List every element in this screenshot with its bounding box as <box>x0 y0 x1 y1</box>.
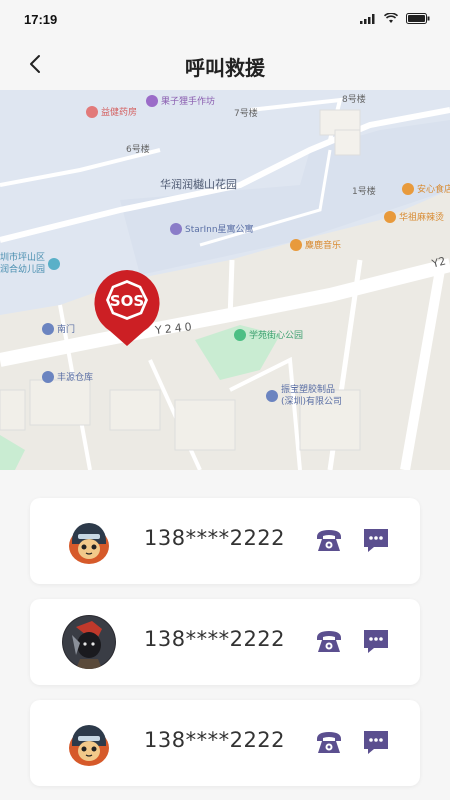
contact-card[interactable]: 138****2222 <box>30 700 420 786</box>
cat-helmet-avatar-icon <box>62 514 116 568</box>
contact-phone: 138****2222 <box>144 728 286 752</box>
poi-hotel-label: StarInn星寓公寓 <box>185 225 254 235</box>
poi-warehouse-label: 丰源仓库 <box>57 373 94 383</box>
poi-workshop-label: 果子狸手作坊 <box>161 97 216 107</box>
poi-warehouse[interactable]: 丰源仓库 <box>42 370 93 383</box>
poi-huazu-label: 华祖麻辣烫 <box>399 213 445 223</box>
status-bar: 17:19 <box>0 0 450 40</box>
contacts-panel: 138****2222 138****2222 138****2222 <box>0 470 450 800</box>
sos-marker-icon[interactable]: SOS <box>92 268 162 348</box>
avatar <box>62 615 116 669</box>
map-background <box>0 90 450 470</box>
map-label-building6: 6号楼 <box>126 145 150 155</box>
phone-icon[interactable] <box>314 729 344 755</box>
status-time: 17:19 <box>24 12 58 27</box>
school-icon <box>48 258 61 270</box>
message-icon[interactable] <box>362 729 390 755</box>
food-icon <box>384 210 396 223</box>
poi-school-labels: 圳市坪山区 润合幼儿园 <box>0 252 45 276</box>
poi-south-gate[interactable]: 南门 <box>42 322 75 335</box>
sos-marker-label: SOS <box>110 292 144 310</box>
poi-school-label-1: 圳市坪山区 <box>0 253 46 263</box>
map-label-garden: 华润润樾山花园 <box>160 178 237 191</box>
page-title: 呼叫救援 <box>185 56 265 80</box>
workshop-icon <box>146 94 158 107</box>
gate-icon <box>42 322 54 335</box>
poi-anxin[interactable]: 安心食店 <box>402 182 450 195</box>
food-icon <box>402 182 414 195</box>
message-icon[interactable] <box>362 628 390 654</box>
poi-workshop[interactable]: 果子狸手作坊 <box>146 94 215 107</box>
poi-park-label: 学苑街心公园 <box>249 331 304 341</box>
warehouse-icon <box>42 370 54 383</box>
contact-phone: 138****2222 <box>144 526 286 550</box>
poi-south-gate-label: 南门 <box>57 325 76 335</box>
poi-school-label-2: 润合幼儿园 <box>0 265 46 275</box>
system-icons <box>360 13 430 24</box>
poi-factory-label-2: (深圳)有限公司 <box>281 397 343 407</box>
map-view[interactable]: 8号楼 7号楼 6号楼 1号楼 华润润樾山花园 益健药房 果子狸手作坊 安心食店… <box>0 90 450 470</box>
avatar <box>62 514 116 568</box>
cat-helmet-avatar-icon <box>62 716 116 770</box>
pharmacy-icon <box>86 105 98 118</box>
signal-icon <box>360 13 375 24</box>
poi-factory-labels: 振宝塑胶制品 (深圳)有限公司 <box>281 384 342 408</box>
poi-school[interactable]: 圳市坪山区 润合幼儿园 <box>0 252 61 276</box>
map-label-building8: 8号楼 <box>342 95 366 105</box>
map-label-building1: 1号楼 <box>352 187 376 197</box>
poi-pharmacy[interactable]: 益健药房 <box>86 105 137 118</box>
poi-park[interactable]: 学苑街心公园 <box>234 328 303 341</box>
poi-factory[interactable]: 振宝塑胶制品 (深圳)有限公司 <box>266 384 342 408</box>
poi-music-label: 麋鹿音乐 <box>305 241 342 251</box>
poi-hotel[interactable]: StarInn星寓公寓 <box>170 222 254 235</box>
phone-icon[interactable] <box>314 527 344 553</box>
dark-warrior-avatar-icon <box>62 615 116 669</box>
battery-icon <box>406 13 430 24</box>
contact-card[interactable]: 138****2222 <box>30 599 420 685</box>
poi-pharmacy-label: 益健药房 <box>101 108 138 118</box>
map-label-building7: 7号楼 <box>234 109 258 119</box>
wifi-icon <box>384 13 398 23</box>
poi-anxin-label: 安心食店 <box>417 185 450 195</box>
factory-icon <box>266 390 278 402</box>
hotel-icon <box>170 222 182 235</box>
poi-factory-label-1: 振宝塑胶制品 <box>281 385 336 395</box>
poi-music[interactable]: 麋鹿音乐 <box>290 238 341 251</box>
avatar <box>62 716 116 770</box>
contact-phone: 138****2222 <box>144 627 286 651</box>
contact-card[interactable]: 138****2222 <box>30 498 420 584</box>
message-icon[interactable] <box>362 527 390 553</box>
music-icon <box>290 238 302 251</box>
phone-icon[interactable] <box>314 628 344 654</box>
poi-huazu[interactable]: 华祖麻辣烫 <box>384 210 444 223</box>
park-icon <box>234 328 246 341</box>
header: 呼叫救援 <box>0 40 450 90</box>
